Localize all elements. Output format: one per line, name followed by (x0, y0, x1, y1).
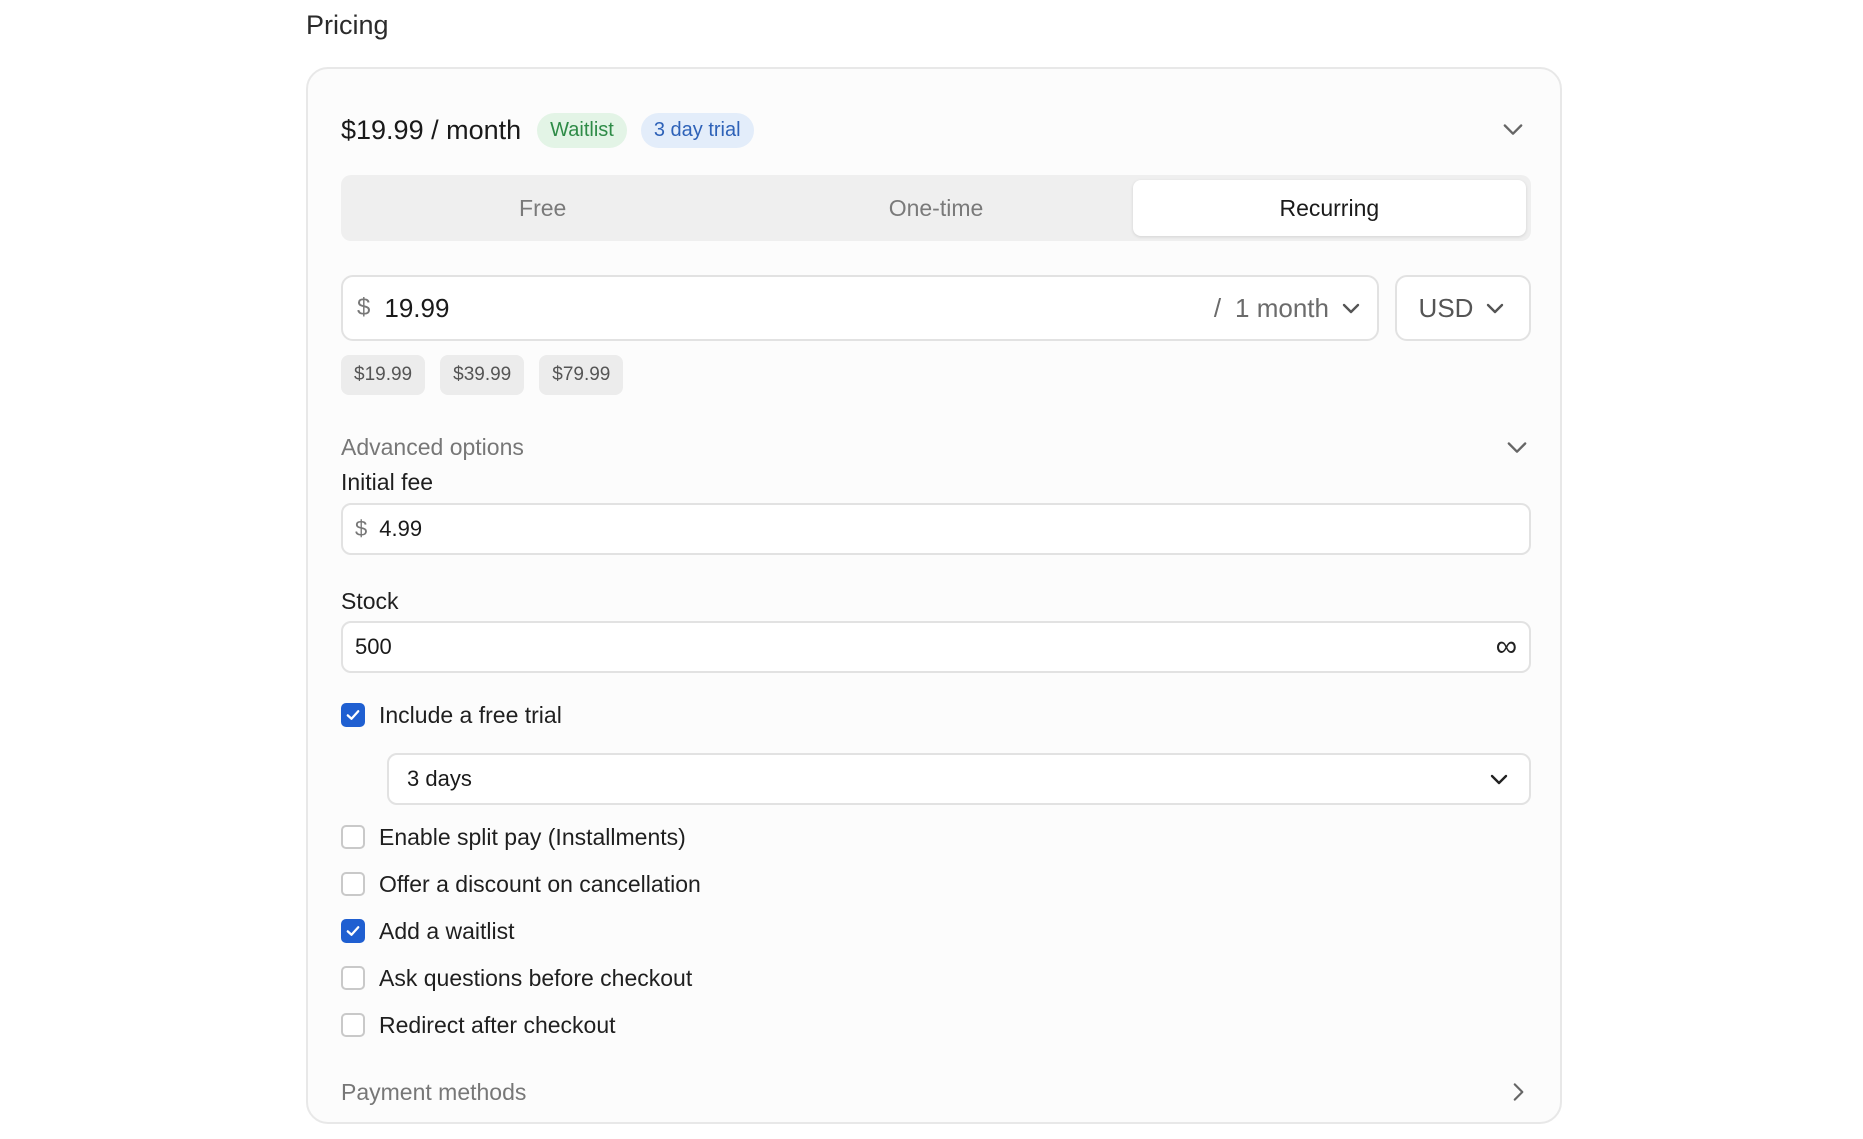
checkout-questions-option[interactable]: Ask questions before checkout (341, 963, 692, 993)
initial-fee-label: Initial fee (341, 469, 434, 495)
currency-select[interactable]: USD (1395, 275, 1531, 341)
currency-symbol: $ (355, 516, 368, 541)
price-type-toggle: Free One-time Recurring (341, 175, 1531, 241)
preset-chip[interactable]: $39.99 (440, 355, 525, 395)
price-summary: $19.99 / month (341, 114, 522, 145)
split-pay-label: Enable split pay (Installments) (379, 823, 686, 850)
preset-chip[interactable]: $19.99 (341, 355, 426, 395)
trial-length-select[interactable]: 3 days (387, 753, 1531, 805)
checkmark-icon (346, 926, 360, 936)
pricing-card-header[interactable]: $19.99 / month Waitlist 3 day trial (341, 105, 1527, 155)
payment-methods-label: Payment methods (341, 1078, 527, 1105)
free-trial-label: Include a free trial (379, 701, 562, 728)
checkout-questions-checkbox[interactable] (341, 966, 365, 990)
split-pay-option[interactable]: Enable split pay (Installments) (341, 822, 686, 852)
stock-label: Stock (341, 588, 399, 614)
waitlist-checkbox[interactable] (341, 919, 365, 943)
waitlist-badge: Waitlist (537, 112, 627, 148)
tab-recurring[interactable]: Recurring (1132, 180, 1526, 236)
checkout-questions-label: Ask questions before checkout (379, 964, 693, 991)
price-input[interactable]: $ 19.99 / 1 month (341, 275, 1379, 341)
cancellation-discount-option[interactable]: Offer a discount on cancellation (341, 869, 701, 899)
cancellation-discount-label: Offer a discount on cancellation (379, 870, 701, 897)
preset-chip[interactable]: $79.99 (539, 355, 624, 395)
stock-value: 500 (355, 634, 392, 659)
chevron-down-icon (1507, 442, 1527, 453)
price-presets: $19.99 $39.99 $79.99 (341, 355, 638, 395)
chevron-down-icon (1487, 303, 1504, 314)
cancellation-discount-checkbox[interactable] (341, 872, 365, 896)
redirect-option[interactable]: Redirect after checkout (341, 1010, 616, 1040)
waitlist-option[interactable]: Add a waitlist (341, 916, 515, 946)
chevron-down-icon (1342, 303, 1360, 314)
chevron-down-icon[interactable] (1499, 115, 1527, 143)
pricing-card: $19.99 / month Waitlist 3 day trial Free… (306, 67, 1562, 1124)
advanced-options-toggle[interactable]: Advanced options (341, 427, 1531, 467)
waitlist-label: Add a waitlist (379, 917, 515, 944)
redirect-label: Redirect after checkout (379, 1011, 616, 1038)
interval-value: 1 month (1235, 292, 1329, 323)
advanced-options-label: Advanced options (341, 433, 524, 460)
trial-badge: 3 day trial (640, 112, 754, 148)
free-trial-checkbox[interactable] (341, 703, 365, 727)
trial-length-value: 3 days (407, 766, 472, 791)
checkmark-icon (346, 710, 360, 720)
tab-one-time[interactable]: One-time (739, 180, 1132, 236)
chevron-right-icon (1513, 1083, 1524, 1101)
tab-free[interactable]: Free (346, 180, 739, 236)
price-value[interactable]: 19.99 (384, 293, 1213, 324)
section-title: Pricing (306, 10, 389, 40)
initial-fee-input[interactable]: $ 4.99 (341, 503, 1531, 555)
initial-fee-value: 4.99 (379, 516, 423, 541)
split-pay-checkbox[interactable] (341, 825, 365, 849)
chevron-down-icon (1490, 774, 1508, 785)
redirect-checkbox[interactable] (341, 1013, 365, 1037)
interval-separator: / (1213, 292, 1222, 323)
currency-symbol: $ (357, 294, 371, 321)
stock-input[interactable]: 500 ∞ (341, 621, 1531, 673)
currency-value: USD (1418, 292, 1474, 323)
payment-methods-row[interactable]: Payment methods (341, 1072, 1531, 1112)
interval-select[interactable]: / 1 month (1214, 293, 1363, 324)
free-trial-option[interactable]: Include a free trial (341, 700, 562, 730)
infinity-icon[interactable]: ∞ (1496, 630, 1517, 664)
